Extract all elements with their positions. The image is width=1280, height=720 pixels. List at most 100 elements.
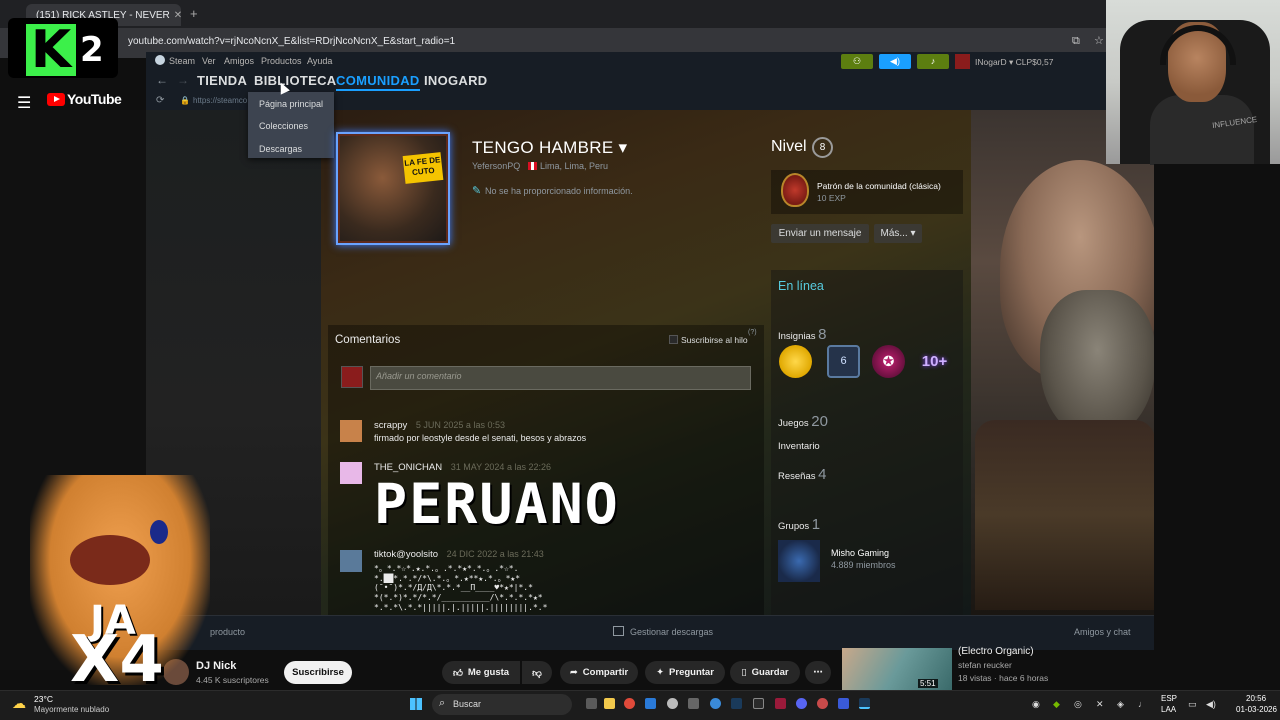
file-explorer-icon[interactable] [604, 698, 615, 709]
nvidia-icon[interactable]: ◆ [1053, 699, 1060, 710]
youtube-logo-icon[interactable] [47, 93, 65, 106]
youtube-logo-text[interactable]: YouTube [67, 91, 122, 107]
app-icon[interactable] [688, 698, 699, 709]
steam-menu-ver[interactable]: Ver [202, 56, 216, 66]
webcam-shirt [1150, 95, 1254, 165]
user-avatar[interactable] [955, 54, 970, 69]
clock-time[interactable]: 20:56 [1246, 694, 1266, 703]
ask-button[interactable]: ✦ Preguntar [645, 661, 725, 684]
add-product-link[interactable]: producto [210, 627, 245, 637]
subscribe-button[interactable]: Suscribirse [284, 661, 352, 684]
app-icon[interactable] [667, 698, 678, 709]
dislike-button[interactable]: 👎︎ [522, 661, 552, 684]
steam-2025-badge-icon[interactable]: ✪ [872, 345, 905, 378]
clock-date[interactable]: 01-03-2026 [1236, 705, 1277, 714]
bookmark-star-icon[interactable]: ☆ [1094, 34, 1104, 47]
comment-author[interactable]: scrappy [374, 420, 407, 431]
comment-avatar[interactable] [340, 462, 362, 484]
subscribe-thread-checkbox[interactable] [669, 335, 678, 344]
like-button[interactable]: 👍︎ Me gusta [442, 661, 520, 684]
subscribe-thread-label[interactable]: Suscribirse al hilo [681, 335, 748, 345]
save-button[interactable]: ▯ Guardar [730, 661, 800, 684]
level-badge[interactable]: 8 [812, 137, 833, 158]
comment-avatar[interactable] [340, 420, 362, 442]
app-icon[interactable] [817, 698, 828, 709]
comment-avatar[interactable] [340, 550, 362, 572]
discord-icon[interactable] [796, 698, 807, 709]
dropdown-downloads[interactable]: Descargas [259, 144, 302, 154]
nav-store[interactable]: TIENDA [197, 73, 247, 88]
steam-menu-amigos[interactable]: Amigos [224, 56, 254, 66]
forward-icon[interactable]: → [177, 73, 189, 87]
close-tab-icon[interactable]: ✕ [174, 10, 181, 21]
user-account-menu[interactable]: INogarD ▾ CLP$0,57 [975, 57, 1053, 68]
send-message-button[interactable]: Enviar un mensaje [771, 224, 869, 243]
profile-name[interactable]: TENGO HAMBRE ▾ [472, 138, 627, 158]
nav-community[interactable]: COMUNIDAD [336, 73, 420, 91]
task-view-icon[interactable] [586, 698, 597, 709]
steam-menu-productos[interactable]: Productos [261, 56, 302, 66]
recommended-channel[interactable]: stefan reucker [958, 660, 1012, 670]
store-icon[interactable] [645, 698, 656, 709]
nav-library[interactable]: BIBLIOTECA [254, 73, 336, 88]
friends-button[interactable]: ⚇ [841, 54, 873, 69]
url-field[interactable]: youtube.com/watch?v=rjNcoNcnX_E&list=RDr… [128, 36, 455, 47]
emote-creature-eye [150, 520, 168, 544]
dropdown-collections[interactable]: Colecciones [259, 121, 308, 131]
games-link[interactable]: Juegos 20 [778, 413, 828, 430]
back-icon[interactable]: ← [156, 73, 168, 87]
app-icon[interactable] [838, 698, 849, 709]
notifications-button[interactable]: ♪ [917, 54, 949, 69]
group-avatar[interactable] [778, 540, 820, 582]
more-button[interactable]: Más... ▾ [874, 224, 922, 243]
steam-active-icon[interactable] [859, 698, 870, 709]
app-icon[interactable] [775, 698, 786, 709]
tray-icon[interactable]: ✕ [1096, 699, 1104, 710]
steam-taskbar-icon[interactable] [731, 698, 742, 709]
more-actions-button[interactable]: ⋯ [805, 661, 831, 684]
info-icon: ✎ [472, 185, 482, 197]
friends-chat-link[interactable]: Amigos y chat [1074, 627, 1131, 637]
microphone-icon[interactable]: ♩ [1138, 699, 1147, 709]
app-icon[interactable] [753, 698, 764, 709]
steam-menu-steam[interactable]: Steam [169, 56, 195, 66]
tray-icon[interactable]: ◎ [1074, 699, 1082, 710]
keyboard-language[interactable]: ESP [1161, 694, 1177, 703]
comment-author[interactable]: tiktok@yoolsito [374, 549, 438, 560]
profile-location: Lima, Lima, Peru [540, 161, 609, 171]
groups-link[interactable]: Grupos 1 [778, 516, 820, 533]
weather-desc[interactable]: Mayormente nublado [34, 705, 109, 714]
news-button[interactable]: ◀) [879, 54, 911, 69]
ten-plus-badge-icon[interactable]: 10+ [918, 345, 951, 378]
chrome-icon[interactable] [624, 698, 635, 709]
weather-temp[interactable]: 23°C [34, 694, 53, 704]
install-icon[interactable]: ⧉ [1072, 35, 1080, 48]
manage-downloads-link[interactable]: Gestionar descargas [630, 627, 713, 637]
windows-icon[interactable] [410, 698, 422, 710]
gold-coin-badge-icon[interactable] [779, 345, 812, 378]
volume-icon[interactable]: ◀) [1206, 699, 1216, 710]
new-tab-icon[interactable]: + [190, 6, 198, 21]
tray-icon[interactable]: ◉ [1032, 699, 1040, 710]
refresh-icon[interactable]: ⟳ [156, 95, 164, 106]
nav-user[interactable]: INOGARD [424, 73, 488, 88]
hamburger-icon[interactable]: ☰ [17, 93, 31, 113]
recommended-title[interactable]: (Electro Organic) [958, 646, 1034, 657]
reviews-label: Reseñas [778, 471, 816, 482]
dropdown-home[interactable]: Página principal [259, 99, 323, 109]
reviews-link[interactable]: Reseñas 4 [778, 466, 826, 483]
badges-link[interactable]: Insignias 8 [778, 326, 826, 343]
help-link[interactable]: (?) [748, 329, 757, 336]
steam-url[interactable]: https://steamco [193, 96, 247, 105]
years-badge-icon[interactable]: 6 [827, 345, 860, 378]
app-icon[interactable] [710, 698, 721, 709]
inventory-link[interactable]: Inventario [778, 441, 820, 452]
weather-icon[interactable]: ☁ [12, 695, 26, 712]
keyboard-layout[interactable]: LAA [1161, 705, 1176, 714]
network-icon[interactable]: ▭ [1188, 699, 1197, 710]
group-name[interactable]: Misho Gaming [831, 548, 889, 558]
profile-summary: No se ha proporcionado información. [485, 186, 633, 196]
steam-menu-ayuda[interactable]: Ayuda [307, 56, 332, 66]
share-button[interactable]: ➦ Compartir [560, 661, 638, 684]
tray-icon[interactable]: ◈ [1117, 699, 1124, 710]
